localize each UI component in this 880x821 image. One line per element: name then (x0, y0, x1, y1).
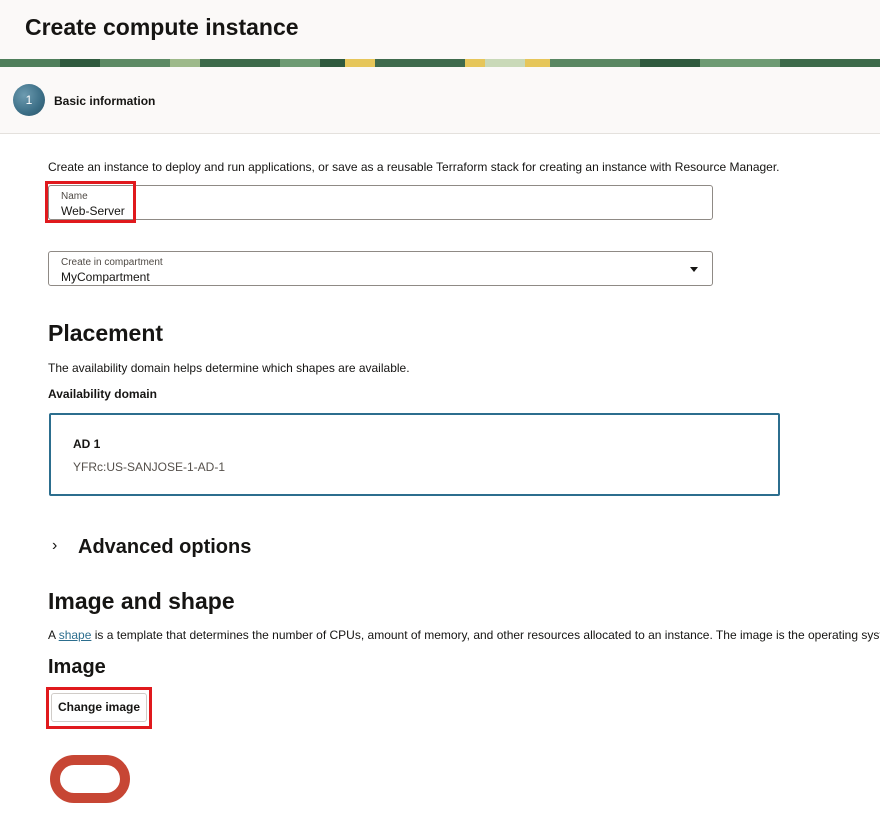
desc-prefix: A (48, 628, 59, 642)
ad-card-id: YFRc:US-SANJOSE-1-AD-1 (73, 460, 226, 474)
image-shape-heading: Image and shape (48, 588, 235, 614)
page-title: Create compute instance (25, 14, 299, 40)
availability-domain-card[interactable]: AD 1 YFRc:US-SANJOSE-1-AD-1 (49, 413, 780, 496)
name-field-value[interactable]: Web-Server (61, 204, 125, 218)
compartment-field-label: Create in compartment (61, 257, 163, 268)
advanced-options-toggle[interactable]: › Advanced options (48, 534, 288, 562)
change-image-button[interactable]: Change image (51, 693, 147, 722)
image-shape-description: A shape is a template that determines th… (48, 628, 880, 642)
ad-card-name: AD 1 (73, 437, 101, 451)
step-number-badge[interactable]: 1 (13, 84, 45, 116)
step-label-basic-information[interactable]: Basic information (54, 94, 155, 108)
name-field-label: Name (61, 191, 88, 202)
compartment-field-value: MyCompartment (61, 270, 150, 284)
compartment-select[interactable]: Create in compartment MyCompartment (48, 251, 713, 286)
shape-link[interactable]: shape (59, 628, 92, 642)
step-bar: 1 Basic information (0, 67, 880, 134)
chevron-right-icon: › (52, 537, 58, 554)
placement-description: The availability domain helps determine … (48, 361, 410, 375)
page-header: Create compute instance (0, 0, 880, 59)
caret-down-icon[interactable] (690, 267, 698, 272)
availability-domain-label: Availability domain (48, 387, 157, 401)
intro-text: Create an instance to deploy and run app… (48, 160, 780, 174)
decorative-banner (0, 59, 880, 67)
name-field[interactable]: Name Web-Server (48, 185, 713, 220)
image-heading: Image (48, 656, 106, 678)
advanced-options-title: Advanced options (78, 536, 252, 558)
placement-heading: Placement (48, 320, 164, 346)
desc-rest: is a template that determines the number… (91, 628, 880, 642)
oracle-logo-icon (50, 755, 130, 803)
